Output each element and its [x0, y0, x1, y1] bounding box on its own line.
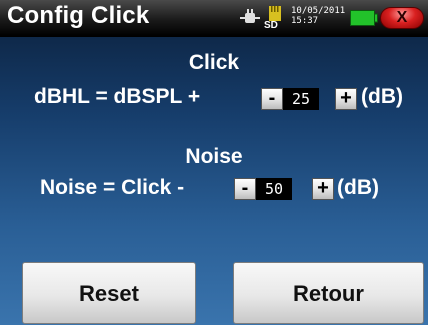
page-title: Config Click: [7, 2, 150, 29]
close-icon: X: [396, 9, 408, 26]
click-unit: (dB): [361, 85, 403, 108]
click-heading: Click: [188, 51, 240, 74]
noise-heading: Noise: [185, 145, 243, 168]
noise-unit: (dB): [337, 176, 379, 199]
noise-increment-button[interactable]: +: [312, 178, 334, 200]
plug-icon: [240, 9, 260, 23]
close-button[interactable]: X: [380, 7, 424, 29]
date-time: 10/05/2011 15:37: [291, 6, 345, 26]
battery-icon: [350, 10, 378, 26]
reset-button[interactable]: Reset: [22, 262, 196, 324]
noise-formula-label: Noise = Click -: [40, 176, 185, 199]
title-bar: Config Click SD 10/05/2011 15:37 X: [0, 0, 428, 37]
retour-button[interactable]: Retour: [233, 262, 424, 324]
click-increment-button[interactable]: +: [335, 88, 357, 110]
sd-label: SD: [264, 20, 278, 31]
click-value: 25: [283, 88, 319, 110]
time-text: 15:37: [291, 16, 319, 26]
click-formula-label: dBHL = dBSPL +: [34, 85, 201, 108]
date-text: 10/05/2011: [291, 6, 346, 16]
config-click-screen: Config Click SD 10/05/2011 15:37 X Click…: [0, 0, 428, 325]
click-decrement-button[interactable]: -: [261, 88, 283, 110]
noise-value: 50: [256, 178, 292, 200]
noise-decrement-button[interactable]: -: [234, 178, 256, 200]
